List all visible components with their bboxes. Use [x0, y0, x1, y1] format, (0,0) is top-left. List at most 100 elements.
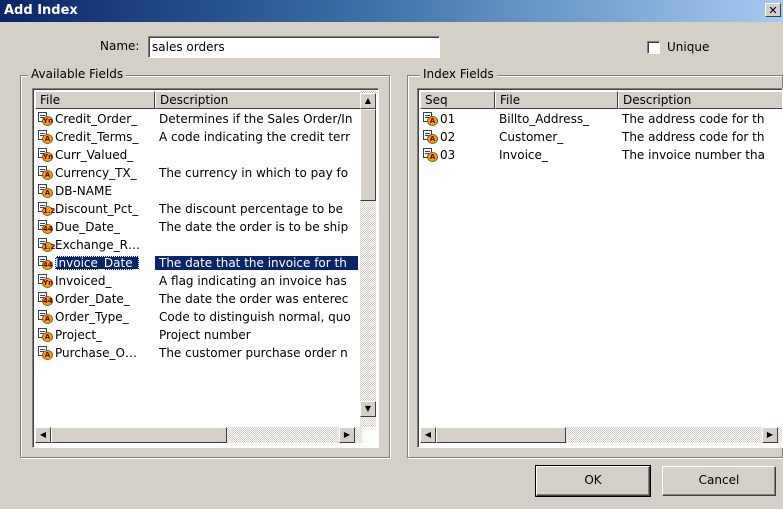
field-description: Determines if the Sales Order/In	[159, 112, 353, 126]
cancel-button[interactable]: Cancel	[662, 466, 776, 496]
list-item[interactable]: A Credit_Terms_ A code indicating the cred…	[35, 128, 358, 146]
field-description: The discount percentage to be	[159, 202, 343, 216]
text-field-icon: Yn	[38, 274, 53, 289]
field-name: Purchase_O…	[55, 345, 137, 360]
field-name: Credit_Order_	[55, 111, 138, 126]
text-field-icon: A	[38, 184, 53, 199]
field-description: The address code for th	[622, 112, 765, 126]
field-description: The currency in which to pay fo	[159, 166, 349, 180]
scroll-left-button[interactable]: ◀	[420, 427, 436, 443]
field-name: Invoice_	[499, 148, 548, 162]
column-header-file[interactable]: File	[495, 91, 618, 109]
chevron-up-icon: ▲	[364, 96, 372, 105]
scroll-left-button[interactable]: ◀	[35, 427, 51, 443]
field-description: The address code for th	[622, 130, 765, 144]
field-description: The invoice number tha	[622, 148, 765, 162]
column-header-seq[interactable]: Seq	[420, 91, 495, 109]
list-item[interactable]: A 02 Customer_ The address code for th	[420, 128, 778, 146]
scroll-right-button[interactable]: ▶	[339, 427, 355, 443]
scroll-right-button[interactable]: ▶	[762, 427, 778, 443]
list-item[interactable]: A 03 Invoice_ The invoice number tha	[420, 146, 778, 164]
horizontal-scroll-thumb[interactable]	[436, 427, 566, 443]
field-name: Invoiced_	[55, 273, 112, 288]
available-fields-list[interactable]: File Description Yn Credit_Order_ Determin…	[32, 88, 379, 448]
field-name: Order_Date_	[55, 291, 130, 306]
list-item[interactable]: A Project_ Project number	[35, 326, 358, 344]
index-fields-title: Index Fields	[420, 67, 497, 81]
text-field-icon: Yn	[38, 112, 53, 127]
text-field-icon: A	[38, 328, 53, 343]
scroll-down-button[interactable]: ▼	[360, 401, 376, 417]
chevron-right-icon: ▶	[766, 430, 774, 439]
list-item[interactable]: Yn Invoiced_ A flag indicating an invoice …	[35, 272, 358, 290]
list-item[interactable]: A Order_Type_ Code to distinguish normal, …	[35, 308, 358, 326]
field-name: Curr_Valued_	[55, 147, 134, 162]
list-item[interactable]: 44 Invoice_Date_ The date that the invoice…	[35, 254, 358, 272]
text-field-icon: A	[423, 112, 438, 127]
chevron-left-icon: ◀	[424, 430, 432, 439]
field-name: Project_	[55, 327, 103, 342]
text-field-icon: A	[423, 148, 438, 163]
ok-button[interactable]: OK	[535, 465, 651, 497]
horizontal-scroll-thumb[interactable]	[51, 427, 227, 443]
index-seq: 02	[440, 129, 456, 144]
list-item[interactable]: 1.2 Exchange_R…	[35, 236, 358, 254]
list-item[interactable]: A Purchase_O… The customer purchase order …	[35, 344, 358, 362]
list-item[interactable]: Yn Credit_Order_ Determines if the Sales O…	[35, 110, 358, 128]
name-label: Name:	[100, 39, 140, 53]
field-description: A flag indicating an invoice has	[159, 274, 347, 288]
chevron-left-icon: ◀	[39, 430, 47, 439]
index-seq: 03	[440, 147, 456, 162]
list-item[interactable]: A 01 Billto_Address_ The address code for t…	[420, 110, 778, 128]
available-list-header: File Description	[35, 91, 376, 109]
number-field-icon: 1.2	[38, 238, 55, 253]
list-item[interactable]: A DB-NAME	[35, 182, 358, 200]
field-name: Discount_Pct_	[55, 201, 139, 216]
field-description: The date the order is to be ship	[159, 220, 349, 234]
field-name: DB-NAME	[55, 183, 112, 198]
field-name: Order_Type_	[55, 309, 129, 324]
text-field-icon: A	[423, 130, 438, 145]
unique-label: Unique	[667, 40, 710, 54]
column-header-description[interactable]: Description	[618, 91, 782, 109]
chevron-right-icon: ▶	[343, 430, 351, 439]
vertical-scroll-thumb[interactable]	[360, 109, 376, 201]
text-field-icon: A	[38, 346, 53, 361]
available-fields-title: Available Fields	[28, 67, 127, 81]
list-item[interactable]: Yn Curr_Valued_	[35, 146, 358, 164]
field-description: Code to distinguish normal, quo	[159, 310, 351, 324]
field-description: The date that the invoice for th	[155, 256, 358, 270]
chevron-down-icon: ▼	[364, 404, 372, 413]
close-button[interactable]: ✕	[765, 3, 781, 17]
list-item[interactable]: A Currency_TX_ The currency in which to pa…	[35, 164, 358, 182]
field-name: Invoice_Date_	[55, 255, 139, 270]
field-name: Billto_Address_	[499, 112, 590, 126]
index-rows: A 01 Billto_Address_ The address code for t…	[420, 110, 778, 164]
field-description: The customer purchase order n	[159, 346, 348, 360]
title-bar: Add Index ✕	[0, 0, 783, 22]
list-item[interactable]: 44 Order_Date_ The date the order was ente…	[35, 290, 358, 308]
list-item[interactable]: 1.2 Discount_Pct_ The discount percentage …	[35, 200, 358, 218]
field-name: Exchange_R…	[55, 237, 140, 252]
index-fields-list[interactable]: Seq File Description A 01 Billto_Address_ T…	[417, 88, 783, 448]
number-field-icon: 1.2	[38, 202, 55, 217]
window-title: Add Index	[4, 3, 78, 18]
index-seq: 01	[440, 111, 456, 126]
date-field-icon: 44	[38, 220, 53, 235]
field-description: A code indicating the credit terr	[159, 130, 351, 144]
date-field-icon: 44	[38, 292, 53, 307]
available-rows: Yn Credit_Order_ Determines if the Sales O…	[35, 110, 358, 362]
field-name: Customer_	[499, 130, 564, 144]
name-input[interactable]: sales orders	[148, 36, 440, 58]
field-name: Currency_TX_	[55, 165, 137, 180]
text-field-icon: A	[38, 166, 53, 181]
column-header-file[interactable]: File	[35, 91, 155, 109]
column-header-description[interactable]: Description	[155, 91, 376, 109]
list-item[interactable]: 44 Due_Date_ The date the order is to be s…	[35, 218, 358, 236]
field-description: The date the order was enterec	[159, 292, 349, 306]
unique-checkbox[interactable]	[647, 41, 660, 54]
scroll-up-button[interactable]: ▲	[360, 93, 376, 109]
index-list-header: Seq File Description	[420, 91, 782, 109]
field-description: Project number	[159, 328, 251, 342]
field-name: Credit_Terms_	[55, 129, 139, 144]
